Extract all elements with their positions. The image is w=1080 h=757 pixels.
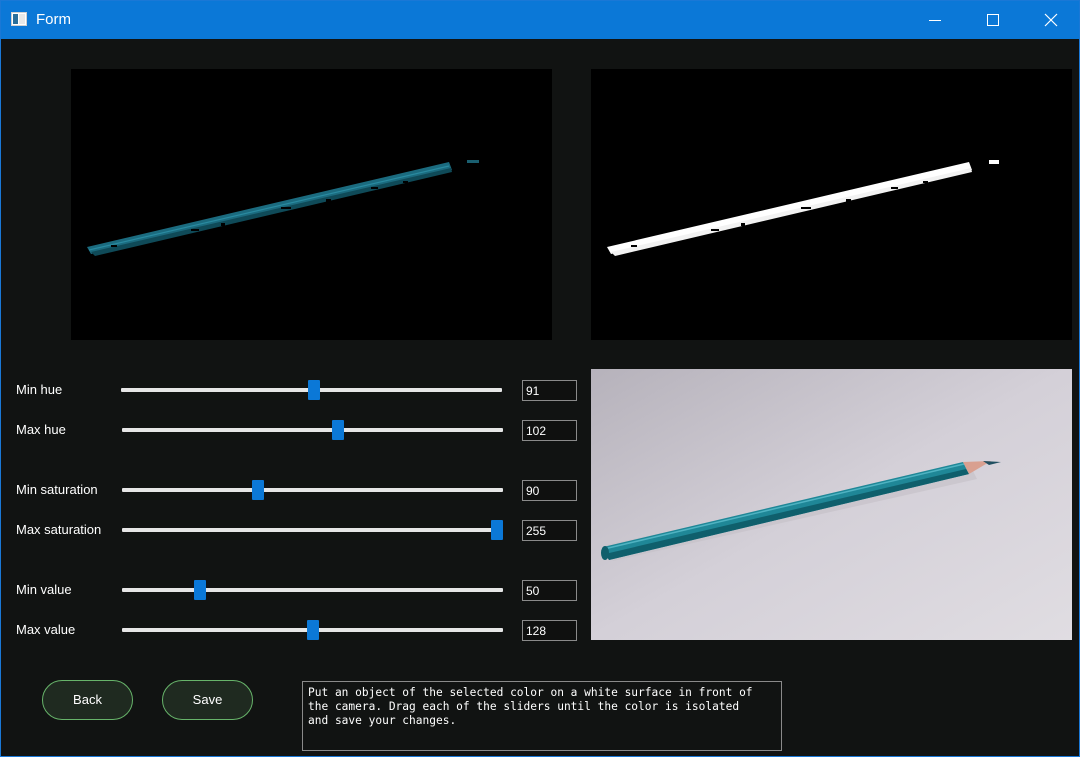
masked-color-preview: [71, 69, 552, 340]
close-button[interactable]: [1022, 1, 1080, 39]
title-bar[interactable]: Form: [1, 1, 1079, 39]
max-value-label: Max value: [16, 622, 76, 637]
binary-mask-image: [607, 160, 999, 256]
masked-pencil-image: [87, 160, 479, 256]
min-hue-value-field[interactable]: 91: [522, 380, 577, 401]
camera-pencil-image: [591, 369, 1072, 640]
max-hue-slider-thumb[interactable]: [332, 420, 344, 440]
min-hue-slider-thumb[interactable]: [308, 380, 320, 400]
min-saturation-label: Min saturation: [16, 482, 98, 497]
max-saturation-slider-thumb[interactable]: [491, 520, 503, 540]
max-value-value-field[interactable]: 128: [522, 620, 577, 641]
min-saturation-slider-track[interactable]: [122, 488, 503, 492]
min-value-label: Min value: [16, 582, 72, 597]
minimize-icon: [929, 20, 941, 21]
max-saturation-value-field[interactable]: 255: [522, 520, 577, 541]
max-saturation-slider-track[interactable]: [122, 528, 503, 532]
camera-feed-preview: [591, 369, 1072, 640]
save-button[interactable]: Save: [162, 680, 253, 720]
max-saturation-label: Max saturation: [16, 522, 102, 537]
min-value-value-field[interactable]: 50: [522, 580, 577, 601]
close-icon: [1044, 13, 1058, 27]
min-saturation-value-field[interactable]: 90: [522, 480, 577, 501]
window-app-icon: [11, 12, 27, 26]
window-title: Form: [36, 11, 71, 28]
min-saturation-slider-thumb[interactable]: [252, 480, 264, 500]
instructions-text: Put an object of the selected color on a…: [302, 681, 782, 751]
max-value-slider-thumb[interactable]: [307, 620, 319, 640]
maximize-button[interactable]: [964, 1, 1022, 39]
min-value-slider-track[interactable]: [122, 588, 503, 592]
max-hue-slider-track[interactable]: [122, 428, 503, 432]
back-button[interactable]: Back: [42, 680, 133, 720]
max-hue-label: Max hue: [16, 422, 66, 437]
app-window: Form Min hue 91 Max hue 102 Min saturati…: [0, 0, 1080, 757]
max-hue-value-field[interactable]: 102: [522, 420, 577, 441]
binary-mask-preview: [591, 69, 1072, 340]
maximize-icon: [987, 14, 999, 26]
minimize-button[interactable]: [906, 1, 964, 39]
min-hue-label: Min hue: [16, 382, 63, 397]
min-value-slider-thumb[interactable]: [194, 580, 206, 600]
